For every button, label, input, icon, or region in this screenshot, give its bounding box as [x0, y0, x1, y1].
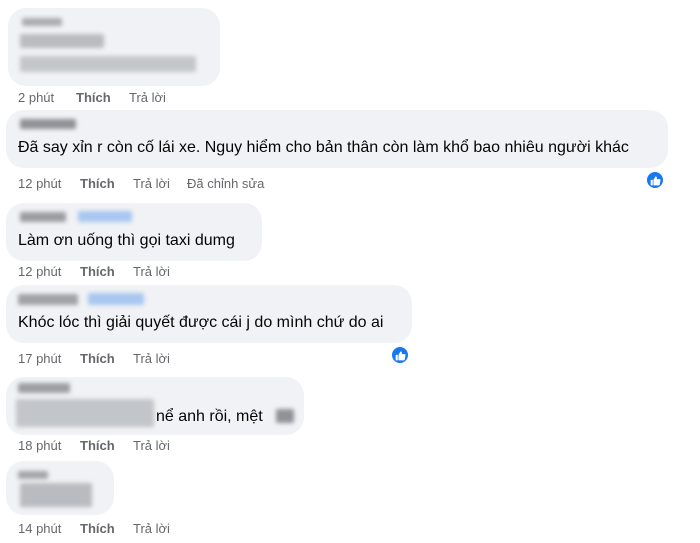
like-button[interactable]: Thích [80, 438, 115, 454]
comment-time[interactable]: 12 phút [18, 176, 61, 192]
comment-text: nể anh rồi, mệt [156, 408, 263, 425]
comment-text: Đã say xỉn r còn cố lái xe. Nguy hiểm ch… [18, 139, 629, 156]
reply-button[interactable]: Trả lời [133, 521, 170, 537]
comment-bubble: Làm ơn uống thì gọi taxi dumg [6, 203, 262, 261]
comment-text: Làm ơn uống thì gọi taxi dumg [18, 232, 235, 249]
reply-button[interactable]: Trả lời [133, 176, 170, 192]
comment-meta: 12 phút Thích Trả lời Đã chỉnh sửa [18, 176, 338, 192]
comment-time[interactable]: 18 phút [18, 438, 61, 454]
blurred-author-name [88, 293, 144, 305]
blurred-author-name [20, 119, 76, 129]
comment-meta: 14 phút Thích Trả lời [18, 521, 318, 537]
like-reaction-icon[interactable] [390, 345, 410, 365]
comment-meta: 2 phút Thích Trả lời [18, 90, 318, 106]
comment-time[interactable]: 2 phút [18, 90, 54, 106]
comment-time[interactable]: 12 phút [18, 264, 61, 280]
comment-meta: 12 phút Thích Trả lời [18, 264, 318, 280]
blurred-author-name [18, 294, 78, 305]
comment-bubble [8, 8, 220, 86]
blurred-comment-text [20, 483, 92, 507]
comment-bubble [6, 461, 114, 515]
reply-button[interactable]: Trả lời [133, 264, 170, 280]
blurred-author-name [20, 212, 66, 222]
like-button[interactable]: Thích [76, 90, 111, 106]
blurred-comment-text [20, 56, 196, 72]
like-button[interactable]: Thích [80, 176, 115, 192]
blurred-author-name [78, 211, 132, 222]
comment-meta: 17 phút Thích Trả lời [18, 351, 318, 367]
reply-button[interactable]: Trả lời [129, 90, 166, 106]
reply-button[interactable]: Trả lời [133, 351, 170, 367]
blurred-author-name [22, 18, 62, 26]
comment-time[interactable]: 14 phút [18, 521, 61, 537]
comment-bubble: Khóc lóc thì giải quyết được cái j do mì… [6, 285, 412, 343]
like-button[interactable]: Thích [80, 521, 115, 537]
edited-label: Đã chỉnh sửa [187, 176, 265, 191]
like-button[interactable]: Thích [80, 351, 115, 367]
blurred-author-name [18, 383, 70, 393]
comment-time[interactable]: 17 phút [18, 351, 61, 367]
blurred-comment-text [16, 399, 154, 427]
comment-meta: 18 phút Thích Trả lời [18, 438, 318, 454]
reply-button[interactable]: Trả lời [133, 438, 170, 454]
comment-bubble: nể anh rồi, mệt [6, 377, 304, 435]
blurred-author-name [18, 471, 48, 479]
comment-bubble: Đã say xỉn r còn cố lái xe. Nguy hiểm ch… [6, 110, 668, 168]
blurred-emoji [276, 409, 294, 423]
like-reaction-icon[interactable] [645, 170, 665, 190]
like-button[interactable]: Thích [80, 264, 115, 280]
comment-text: Khóc lóc thì giải quyết được cái j do mì… [18, 314, 384, 331]
blurred-comment-text [20, 34, 104, 48]
